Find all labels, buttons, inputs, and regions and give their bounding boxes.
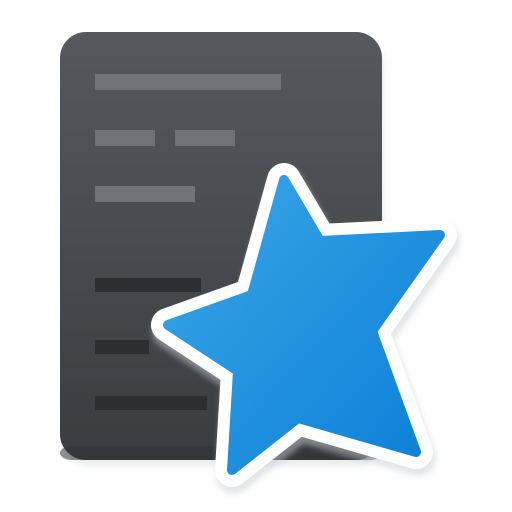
card-line xyxy=(95,74,281,90)
card-line xyxy=(95,396,207,410)
card-line xyxy=(175,130,235,146)
card-line xyxy=(95,278,201,292)
card-line xyxy=(95,340,149,354)
app-icon-svg xyxy=(60,32,460,494)
card-line xyxy=(95,130,155,146)
app-icon xyxy=(0,0,512,512)
card-line xyxy=(95,186,195,202)
